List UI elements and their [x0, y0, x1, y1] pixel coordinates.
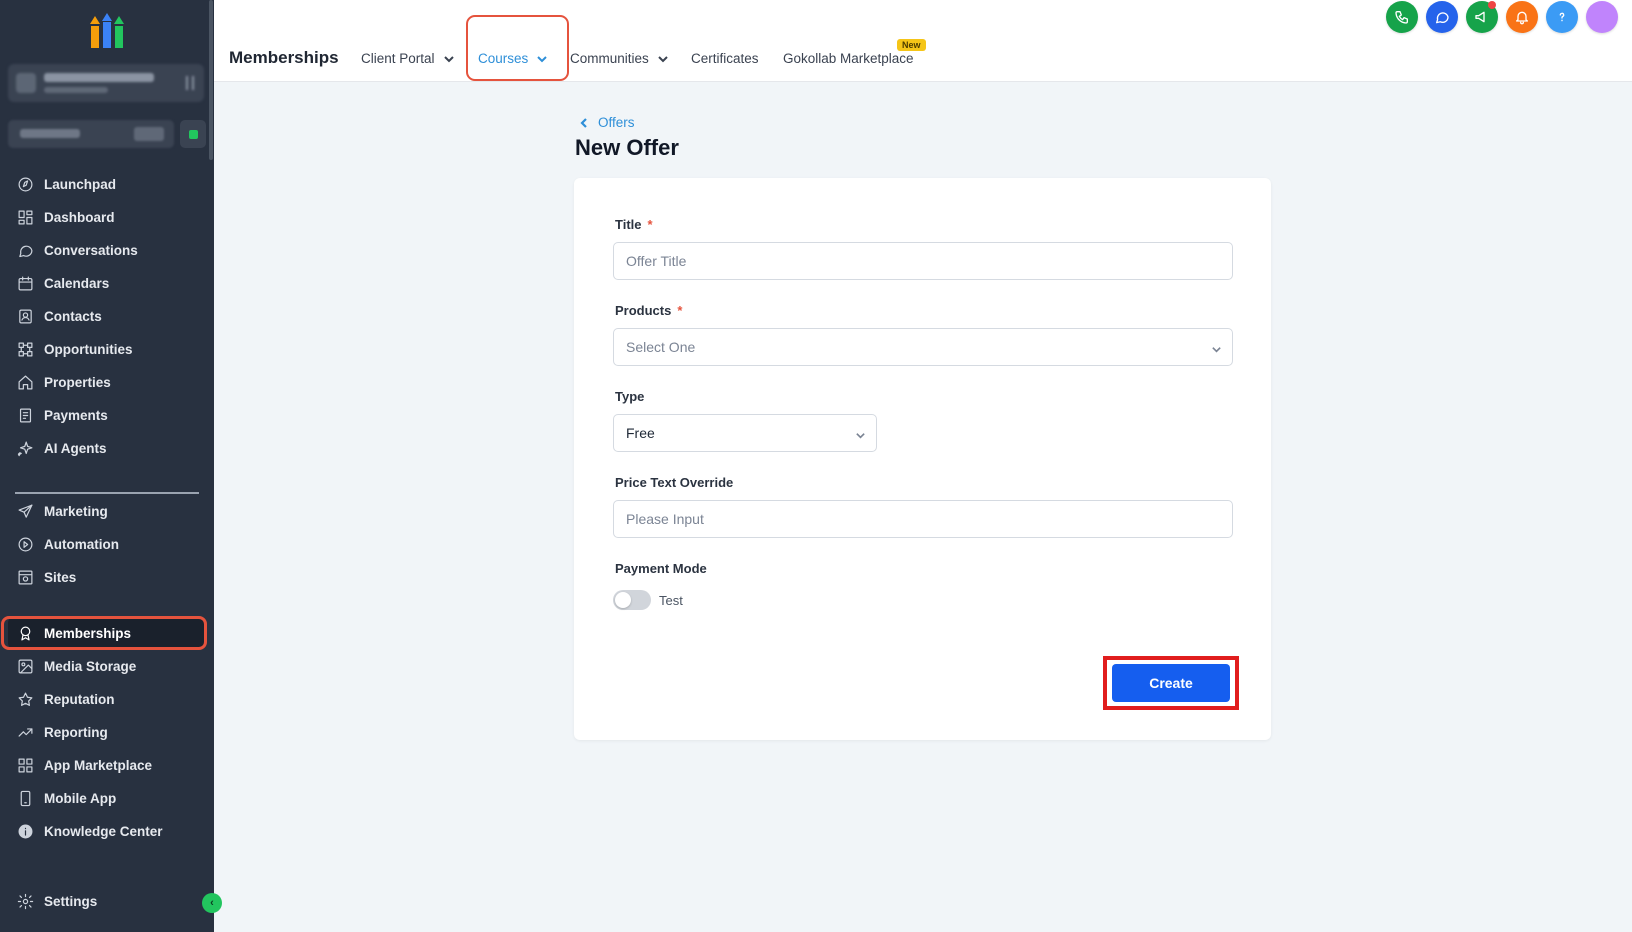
sidebar-divider [15, 492, 199, 494]
section-title: Memberships [229, 48, 339, 67]
opportunities-icon [16, 340, 34, 358]
products-select[interactable]: Select One [613, 328, 1233, 366]
star-icon [16, 690, 34, 708]
chat-icon[interactable] [1426, 1, 1458, 33]
products-label: Products * [615, 303, 683, 318]
send-icon [16, 502, 34, 520]
sidebar-item-automation[interactable]: Automation [8, 528, 204, 560]
sidebar-item-properties[interactable]: Properties [8, 366, 204, 398]
tab-communities[interactable]: Communities [570, 51, 669, 66]
chevron-updown-icon [186, 76, 194, 90]
title-label: Title * [615, 217, 653, 232]
price-text-override-input[interactable] [613, 500, 1233, 538]
sites-icon [16, 568, 34, 586]
chevron-down-icon [855, 428, 866, 439]
sidebar-item-sites[interactable]: Sites [8, 561, 204, 593]
chevron-down-icon [443, 53, 455, 65]
tab-courses[interactable]: Courses [478, 51, 548, 66]
sidebar-item-mobile-app[interactable]: Mobile App [8, 782, 204, 814]
help-icon[interactable] [1546, 1, 1578, 33]
chevron-left-icon [580, 117, 587, 128]
chevron-down-icon [1211, 342, 1222, 353]
gear-icon [16, 892, 34, 910]
sidebar-item-calendars[interactable]: Calendars [8, 267, 204, 299]
sidebar: Launchpad Dashboard Conversations Calend… [0, 0, 214, 932]
sidebar-item-settings[interactable]: Settings [8, 885, 204, 917]
tab-gokollab-marketplace[interactable]: Gokollab Marketplace [783, 51, 914, 66]
sidebar-item-contacts[interactable]: Contacts [8, 300, 204, 332]
home-icon [16, 373, 34, 391]
required-asterisk: * [647, 217, 653, 232]
lightning-icon [189, 130, 198, 139]
info-icon [16, 822, 34, 840]
sidebar-scrollbar[interactable] [209, 0, 213, 160]
sidebar-item-app-marketplace[interactable]: App Marketplace [8, 749, 204, 781]
chevron-down-icon [536, 53, 548, 65]
account-switcher[interactable] [8, 64, 204, 102]
new-badge: New [897, 39, 926, 51]
sidebar-collapse-button[interactable]: ‹ [202, 893, 222, 913]
payment-mode-label: Payment Mode [615, 561, 707, 576]
image-icon [16, 657, 34, 675]
offer-title-input[interactable] [613, 242, 1233, 280]
tab-client-portal[interactable]: Client Portal [361, 51, 455, 66]
sidebar-item-opportunities[interactable]: Opportunities [8, 333, 204, 365]
brand-logo[interactable] [88, 12, 126, 50]
sidebar-item-dashboard[interactable]: Dashboard [8, 201, 204, 233]
tab-certificates[interactable]: Certificates [691, 51, 759, 66]
sidebar-item-memberships[interactable]: Memberships [8, 617, 204, 649]
sidebar-item-ai-agents[interactable]: AI Agents [8, 432, 204, 464]
sidebar-item-reporting[interactable]: Reporting [8, 716, 204, 748]
user-avatar[interactable] [1586, 1, 1618, 33]
top-navigation-bar: Memberships Client Portal Courses Commun… [214, 0, 1632, 82]
conversations-icon [16, 241, 34, 259]
megaphone-icon[interactable] [1466, 1, 1498, 33]
phone-icon [16, 789, 34, 807]
shortcut-hint [134, 127, 164, 141]
quick-action-button[interactable] [180, 120, 206, 148]
chevron-left-icon: ‹ [210, 897, 214, 909]
sidebar-item-marketing[interactable]: Marketing [8, 495, 204, 527]
sparkle-icon [16, 439, 34, 457]
price-text-override-label: Price Text Override [615, 475, 734, 490]
back-to-offers-link[interactable]: Offers [578, 115, 635, 130]
payment-mode-toggle-label: Test [659, 593, 683, 608]
contacts-icon [16, 307, 34, 325]
sidebar-item-media-storage[interactable]: Media Storage [8, 650, 204, 682]
automation-icon [16, 535, 34, 553]
required-asterisk: * [677, 303, 683, 318]
sidebar-item-knowledge-center[interactable]: Knowledge Center [8, 815, 204, 847]
trending-icon [16, 723, 34, 741]
account-avatar [16, 73, 36, 93]
toggle-knob [615, 592, 631, 608]
sidebar-item-payments[interactable]: Payments [8, 399, 204, 431]
type-label: Type [615, 389, 645, 404]
phone-icon[interactable] [1386, 1, 1418, 33]
payments-icon [16, 406, 34, 424]
calendar-icon [16, 274, 34, 292]
dashboard-icon [16, 208, 34, 226]
sidebar-item-conversations[interactable]: Conversations [8, 234, 204, 266]
type-select[interactable]: Free [613, 414, 877, 452]
new-offer-form-card: Title* Products* Select One Type Free Pr… [574, 178, 1271, 740]
launchpad-icon [16, 175, 34, 193]
grid-icon [16, 756, 34, 774]
chevron-down-icon [657, 53, 669, 65]
bell-icon[interactable] [1506, 1, 1538, 33]
sidebar-item-launchpad[interactable]: Launchpad [8, 168, 204, 200]
create-button[interactable]: Create [1112, 664, 1230, 702]
payment-mode-toggle[interactable] [613, 590, 651, 610]
page-title: New Offer [575, 135, 679, 160]
notification-dot [1488, 1, 1496, 9]
sidebar-item-reputation[interactable]: Reputation [8, 683, 204, 715]
sidebar-search-input[interactable] [8, 120, 174, 148]
award-icon [16, 624, 34, 642]
